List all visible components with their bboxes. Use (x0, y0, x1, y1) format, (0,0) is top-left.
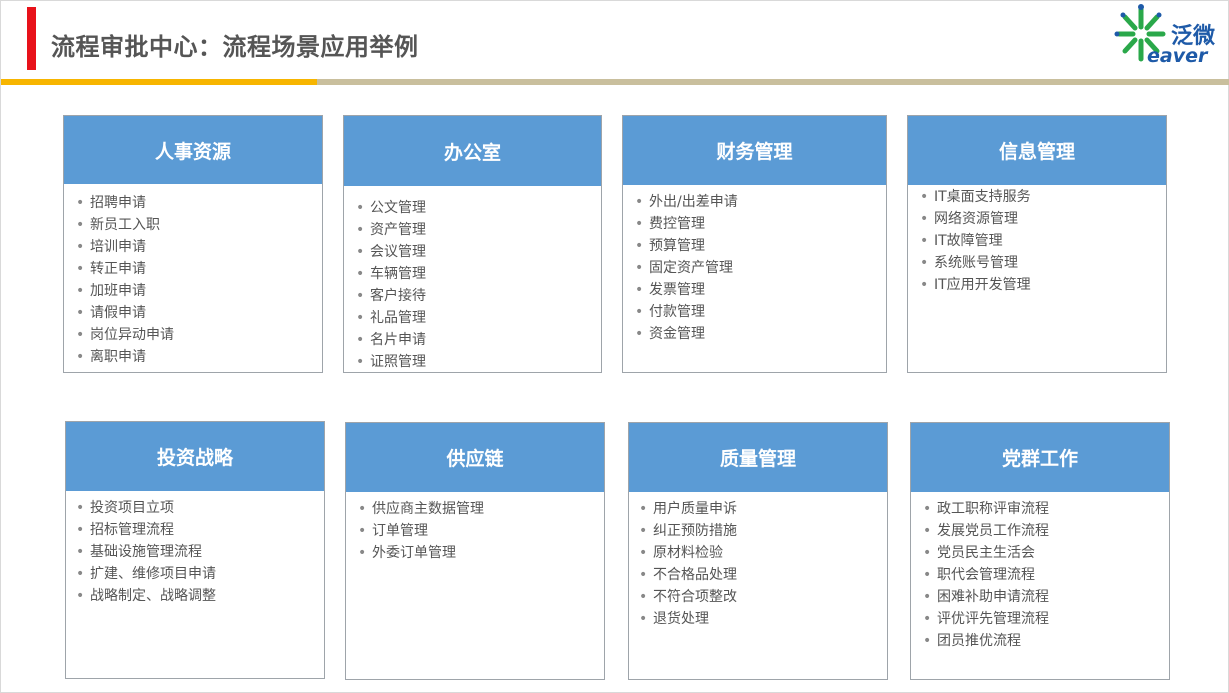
card-header: 党群工作 (911, 423, 1169, 492)
title-marker (27, 7, 36, 70)
item-list: 政工职称评审流程 发展党员工作流程 党员民主生活会 职代会管理流程 困难补助申请… (923, 498, 1163, 652)
card-header: 人事资源 (64, 116, 322, 184)
list-item: 客户接待 (356, 285, 595, 307)
card-investment: 投资战略 投资项目立项 招标管理流程 基础设施管理流程 扩建、维修项目申请 战略… (65, 421, 325, 679)
list-item: 原材料检验 (639, 542, 881, 564)
card-header: 信息管理 (908, 116, 1166, 185)
list-item: 困难补助申请流程 (923, 586, 1163, 608)
card-title: 办公室 (443, 141, 501, 164)
list-item: 礼品管理 (356, 307, 595, 329)
list-item: 请假申请 (76, 302, 316, 324)
list-item: 证照管理 (356, 351, 595, 373)
list-item: 培训申请 (76, 236, 316, 258)
list-item: 网络资源管理 (920, 208, 1160, 230)
list-item: 离职申请 (76, 346, 316, 368)
brand-logo: 泛微 eaver (1111, 3, 1226, 69)
list-item: 车辆管理 (356, 263, 595, 285)
list-item: 资金管理 (635, 323, 880, 345)
card-title: 供应链 (446, 448, 504, 470)
card-header: 投资战略 (66, 422, 324, 491)
list-item: 招聘申请 (76, 192, 316, 214)
card-title: 党群工作 (1001, 448, 1078, 470)
card-title: 投资战略 (156, 447, 233, 469)
list-item: 发展党员工作流程 (923, 520, 1163, 542)
item-list: IT桌面支持服务 网络资源管理 IT故障管理 系统账号管理 IT应用开发管理 (920, 186, 1160, 296)
list-item: 基础设施管理流程 (76, 541, 318, 563)
list-item: 岗位异动申请 (76, 324, 316, 346)
card-title: 财务管理 (716, 141, 793, 163)
list-item: 退货处理 (639, 608, 881, 630)
list-item: 用户质量申诉 (639, 498, 881, 520)
list-item: 名片申请 (356, 329, 595, 351)
list-item: 资产管理 (356, 219, 595, 241)
list-item: 加班申请 (76, 280, 316, 302)
card-finance: 财务管理 外出/出差申请 费控管理 预算管理 固定资产管理 发票管理 付款管理 … (622, 115, 887, 373)
list-item: 公文管理 (356, 197, 595, 219)
list-item: 扩建、维修项目申请 (76, 563, 318, 585)
list-item: 评优评先管理流程 (923, 608, 1163, 630)
list-item: 党员民主生活会 (923, 542, 1163, 564)
card-quality: 质量管理 用户质量申诉 纠正预防措施 原材料检验 不合格品处理 不符合项整改 退… (628, 422, 888, 680)
list-item: 固定资产管理 (635, 257, 880, 279)
list-item: 投资项目立项 (76, 497, 318, 519)
list-item: 订单管理 (358, 520, 598, 542)
list-item: 职代会管理流程 (923, 564, 1163, 586)
item-list: 供应商主数据管理 订单管理 外委订单管理 (358, 498, 598, 564)
page-title: 流程审批中心：流程场景应用举例 (51, 33, 419, 61)
card-it: 信息管理 IT桌面支持服务 网络资源管理 IT故障管理 系统账号管理 IT应用开… (907, 115, 1167, 373)
card-title: 质量管理 (719, 448, 796, 470)
card-party-work: 党群工作 政工职称评审流程 发展党员工作流程 党员民主生活会 职代会管理流程 困… (910, 422, 1170, 680)
item-list: 招聘申请 新员工入职 培训申请 转正申请 加班申请 请假申请 岗位异动申请 离职… (76, 192, 316, 368)
list-item: 转正申请 (76, 258, 316, 280)
header-rule-right (317, 79, 1229, 85)
card-title: 人事资源 (154, 140, 231, 163)
item-list: 外出/出差申请 费控管理 预算管理 固定资产管理 发票管理 付款管理 资金管理 (635, 191, 880, 345)
list-item: 付款管理 (635, 301, 880, 323)
list-item: 不符合项整改 (639, 586, 881, 608)
list-item: 会议管理 (356, 241, 595, 263)
list-item: 外委订单管理 (358, 542, 598, 564)
list-item: 纠正预防措施 (639, 520, 881, 542)
list-item: IT故障管理 (920, 230, 1160, 252)
list-item: 系统账号管理 (920, 252, 1160, 274)
logo-brand-en: eaver (1147, 45, 1208, 67)
card-header: 供应链 (346, 423, 604, 492)
card-header: 办公室 (344, 116, 601, 186)
list-item: 外出/出差申请 (635, 191, 880, 213)
card-header: 财务管理 (623, 116, 886, 185)
card-supply-chain: 供应链 供应商主数据管理 订单管理 外委订单管理 (345, 422, 605, 680)
card-office: 办公室 公文管理 资产管理 会议管理 车辆管理 客户接待 礼品管理 名片申请 证… (343, 115, 602, 373)
list-item: IT桌面支持服务 (920, 186, 1160, 208)
list-item: 不合格品处理 (639, 564, 881, 586)
list-item: 政工职称评审流程 (923, 498, 1163, 520)
card-title: 信息管理 (998, 141, 1075, 163)
list-item: IT应用开发管理 (920, 274, 1160, 296)
list-item: 费控管理 (635, 213, 880, 235)
item-list: 用户质量申诉 纠正预防措施 原材料检验 不合格品处理 不符合项整改 退货处理 (639, 498, 881, 630)
card-hr: 人事资源 招聘申请 新员工入职 培训申请 转正申请 加班申请 请假申请 岗位异动… (63, 115, 323, 373)
list-item: 团员推优流程 (923, 630, 1163, 652)
list-item: 供应商主数据管理 (358, 498, 598, 520)
header-rule-left (1, 79, 317, 85)
list-item: 招标管理流程 (76, 519, 318, 541)
list-item: 预算管理 (635, 235, 880, 257)
item-list: 投资项目立项 招标管理流程 基础设施管理流程 扩建、维修项目申请 战略制定、战略… (76, 497, 318, 607)
card-header: 质量管理 (629, 423, 887, 492)
list-item: 战略制定、战略调整 (76, 585, 318, 607)
list-item: 发票管理 (635, 279, 880, 301)
slide: 流程审批中心：流程场景应用举例 泛微 eaver 人事资源 • 招聘申请 • 新… (0, 0, 1229, 693)
list-item: 新员工入职 (76, 214, 316, 236)
item-list: 公文管理 资产管理 会议管理 车辆管理 客户接待 礼品管理 名片申请 证照管理 (356, 197, 595, 373)
